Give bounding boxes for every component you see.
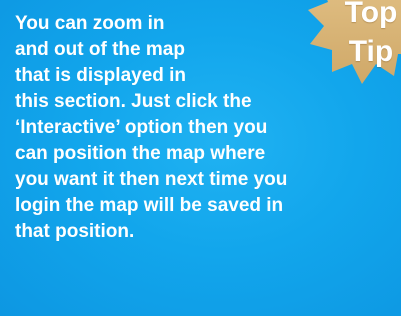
tip-body-line: You can zoom in [15, 13, 165, 34]
tip-body-line: login the map will be saved in [15, 195, 284, 216]
tip-body-line: that position. [15, 221, 135, 242]
tip-body-line: that is displayed in [15, 65, 187, 86]
tip-body-line: you want it then next time you [15, 169, 288, 190]
tip-body-line: this section. Just click the [15, 91, 252, 112]
tip-body-line: can position the map where [15, 143, 266, 164]
tip-body-line: and out of the map [15, 39, 185, 60]
tip-body-text: You can zoom in and out of the map that … [15, 11, 401, 245]
top-tip-card: Top Tip You can zoom in and out of the m… [0, 0, 401, 316]
tip-body-line: ‘Interactive’ option then you [15, 117, 268, 138]
